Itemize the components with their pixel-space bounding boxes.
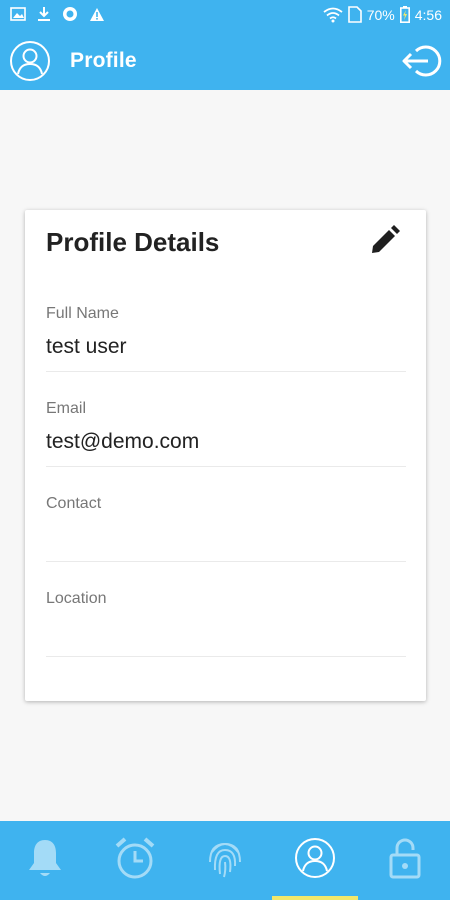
- circle-app-icon: [62, 6, 78, 22]
- user-avatar-icon[interactable]: [9, 40, 51, 82]
- profile-details-card: Profile Details Full Name test user Emai…: [25, 210, 426, 701]
- warning-icon: [89, 7, 105, 22]
- field-label: Full Name: [46, 305, 119, 322]
- status-left-icons: [10, 6, 105, 22]
- nav-lock[interactable]: [360, 821, 450, 900]
- lock-icon: [389, 837, 421, 884]
- logout-icon[interactable]: [400, 43, 442, 79]
- field-value: test user: [46, 335, 127, 358]
- clock-time: 4:56: [414, 6, 442, 23]
- field-contact[interactable]: Contact: [46, 495, 406, 590]
- app-bar: Profile: [0, 32, 450, 90]
- fingerprint-icon: [206, 836, 244, 885]
- active-tab-indicator: [272, 896, 358, 900]
- download-icon: [37, 6, 51, 22]
- field-value: test@demo.com: [46, 430, 200, 453]
- field-divider: [46, 466, 406, 467]
- field-location[interactable]: Location: [46, 590, 406, 685]
- field-label: Email: [46, 400, 87, 417]
- field-divider: [46, 371, 406, 372]
- battery-charging-icon: [399, 6, 410, 23]
- nav-notifications[interactable]: [0, 821, 90, 900]
- alarm-clock-icon: [114, 836, 156, 885]
- field-divider: [46, 656, 406, 657]
- battery-percent: 70%: [366, 6, 395, 23]
- field-full-name[interactable]: Full Name test user: [46, 305, 406, 400]
- sim-icon: [347, 6, 362, 23]
- status-right: 70% 4:56: [323, 6, 442, 23]
- page-title: Profile: [70, 49, 137, 72]
- nav-fingerprint[interactable]: [180, 821, 270, 900]
- field-email[interactable]: Email test@demo.com: [46, 400, 406, 495]
- field-label: Location: [46, 590, 107, 607]
- nav-alarms[interactable]: [90, 821, 180, 900]
- card-title: Profile Details: [46, 227, 220, 257]
- bottom-nav: [0, 821, 450, 900]
- image-icon: [10, 7, 26, 21]
- bell-icon: [26, 837, 64, 884]
- status-bar: 70% 4:56: [0, 0, 450, 32]
- field-divider: [46, 561, 406, 562]
- field-label: Contact: [46, 495, 102, 512]
- wifi-icon: [323, 7, 343, 23]
- pencil-icon[interactable]: [369, 224, 401, 256]
- nav-profile[interactable]: [270, 821, 360, 900]
- profile-icon: [294, 837, 336, 884]
